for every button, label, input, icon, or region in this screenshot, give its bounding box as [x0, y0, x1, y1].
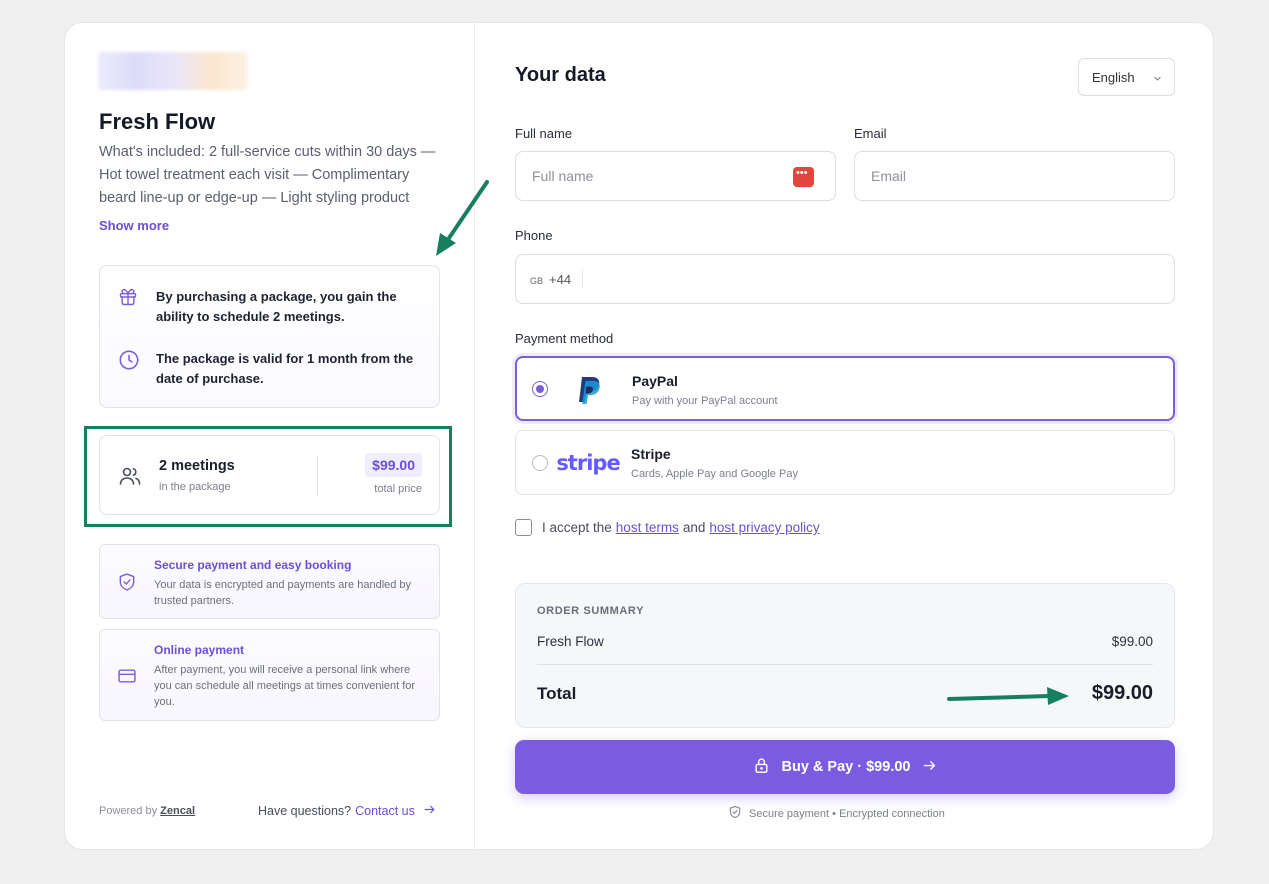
feature-online-payment: Online payment After payment, you will r… [99, 629, 440, 721]
annotation-arrow-icon [436, 180, 489, 256]
stripe-logo: stripe [556, 441, 620, 484]
buy-button-label: Buy & Pay · $99.00 [781, 759, 911, 775]
shield-check-icon [728, 805, 749, 822]
show-more-link[interactable]: Show more [99, 218, 169, 233]
total-price: $99.00 [1091, 682, 1153, 704]
stripe-logo-text: stripe [556, 450, 620, 475]
buy-pay-button[interactable]: Buy & Pay · $99.00 [515, 740, 1175, 794]
annotation-arrow-icon [947, 687, 1069, 705]
package-panel: Fresh Flow What's included: 2 full-servi… [65, 23, 475, 849]
email-input[interactable] [871, 168, 1111, 184]
full-name-label: Full name [515, 126, 573, 141]
feature-title: Secure payment and easy booking [154, 558, 352, 572]
questions-label: Have questions? [258, 804, 352, 818]
country-code[interactable]: GB [530, 276, 543, 286]
package-title: Fresh Flow [99, 109, 216, 134]
clock-icon [118, 349, 140, 371]
dial-code[interactable]: +44 [549, 272, 571, 287]
paypal-logo-icon [561, 368, 617, 411]
host-terms-link[interactable]: host terms [616, 520, 679, 535]
summary-divider [537, 664, 1153, 665]
feature-secure-payment: Secure payment and easy booking Your dat… [99, 544, 440, 619]
phone-label: Phone [515, 228, 553, 243]
email-field[interactable] [854, 151, 1175, 201]
feature-title: Online payment [154, 643, 245, 657]
info-row-meetings: By purchasing a package, you gain the ab… [118, 287, 426, 327]
arrow-right-icon [910, 758, 949, 777]
order-summary: ORDER SUMMARY Fresh Flow $99.00 Total $9… [515, 583, 1175, 728]
stripe-radio[interactable] [532, 455, 548, 471]
powered-by: Powered by Zencal [99, 805, 195, 817]
zencal-link[interactable]: Zencal [160, 805, 195, 817]
payment-method-label: Payment method [515, 331, 614, 346]
order-summary-heading: ORDER SUMMARY [537, 605, 645, 617]
shield-check-icon [117, 572, 137, 592]
brand-logo [98, 52, 248, 90]
terms-checkbox[interactable] [515, 519, 532, 536]
password-manager-icon[interactable] [793, 167, 814, 187]
terms-row: I accept the host terms and host privacy… [515, 519, 820, 536]
paypal-sub: Pay with your PayPal account [632, 395, 778, 407]
summary-item-name: Fresh Flow [537, 634, 604, 649]
credit-card-icon [117, 666, 137, 686]
phone-field[interactable]: GB +44 [515, 254, 1175, 304]
language-select[interactable]: English [1078, 58, 1175, 96]
feature-text: After payment, you will receive a person… [154, 664, 416, 708]
package-price: $99.00 [365, 453, 422, 477]
email-label: Email [854, 126, 887, 141]
package-summary-box: 2 meetings in the package $99.00 total p… [99, 435, 440, 515]
host-privacy-link[interactable]: host privacy policy [709, 520, 819, 535]
meetings-count: 2 meetings [159, 458, 235, 474]
stripe-sub: Cards, Apple Pay and Google Pay [631, 468, 798, 480]
full-name-field[interactable] [515, 151, 836, 201]
payment-option-stripe[interactable]: stripe Stripe Cards, Apple Pay and Googl… [515, 430, 1175, 495]
terms-prefix: I accept the [542, 520, 612, 535]
package-info-box: By purchasing a package, you gain the ab… [99, 265, 440, 408]
gift-icon [118, 287, 140, 309]
payment-option-paypal[interactable]: PayPal Pay with your PayPal account [515, 356, 1175, 421]
secure-note: Secure payment • Encrypted connection [728, 805, 945, 822]
phone-input[interactable] [593, 271, 1114, 287]
phone-separator [582, 269, 584, 289]
contact-row: Have questions? Contact us [258, 803, 436, 819]
powered-by-label: Powered by [99, 805, 158, 817]
arrow-right-icon [415, 803, 436, 819]
package-description: What's included: 2 full-service cuts wit… [99, 144, 436, 206]
terms-and: and [682, 520, 706, 535]
summary-item-price: $99.00 [1111, 634, 1153, 649]
contact-us-link[interactable]: Contact us [355, 804, 415, 818]
total-label: Total [537, 684, 577, 703]
full-name-input[interactable] [532, 168, 772, 184]
language-value: English [1092, 69, 1135, 85]
price-sub: total price [374, 483, 422, 495]
feature-text: Your data is encrypted and payments are … [154, 579, 412, 607]
info-row-validity: The package is valid for 1 month from th… [118, 349, 426, 389]
meetings-note: By purchasing a package, you gain the ab… [156, 289, 397, 324]
people-icon [118, 464, 142, 488]
lock-icon [741, 757, 782, 778]
form-title: Your data [515, 64, 606, 86]
paypal-radio[interactable] [532, 381, 548, 397]
meetings-sub: in the package [159, 481, 231, 493]
checkout-card: Fresh Flow What's included: 2 full-servi… [64, 22, 1214, 850]
validity-note: The package is valid for 1 month from th… [156, 351, 414, 386]
secure-note-text: Secure payment • Encrypted connection [749, 807, 945, 820]
divider [317, 455, 318, 497]
paypal-name: PayPal [632, 373, 678, 389]
stripe-name: Stripe [631, 446, 671, 462]
form-panel: Your data English Full name Email Phone … [475, 23, 1213, 849]
